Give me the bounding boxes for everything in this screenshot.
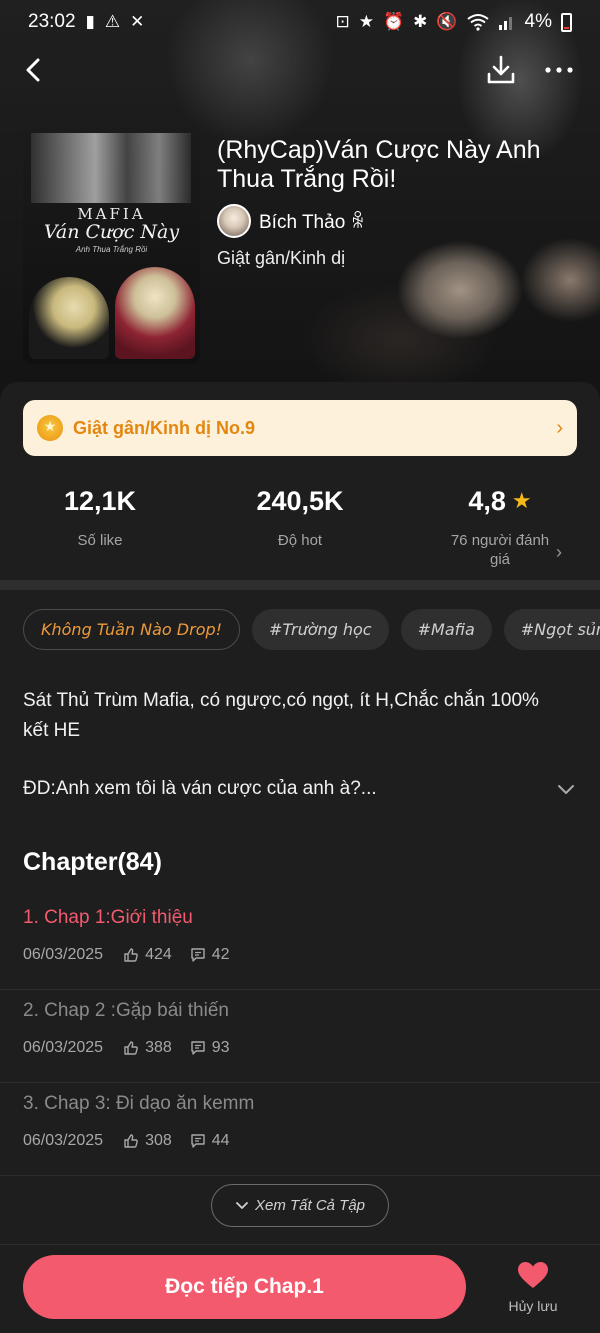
synopsis-quote: ĐD:Anh xem tôi là ván cược của anh à?... — [23, 778, 377, 799]
tag-list: Không Tuần Nào Drop! #Trường học #Mafia … — [23, 609, 600, 651]
cover-photo-right — [115, 267, 195, 359]
continue-reading-button[interactable]: Đọc tiếp Chap.1 — [23, 1255, 466, 1319]
status-time: 23:02 — [28, 11, 76, 32]
chapter-comments: 93 — [211, 1039, 230, 1056]
book-title: (RhyCap)Ván Cược Này Anh Thua Trắng Rồi! — [217, 136, 541, 193]
cover-photo-left — [29, 277, 109, 359]
author-avatar — [217, 204, 251, 238]
content-sheet: Giật gân/Kinh dị No.9 › 12,1K Số like 24… — [0, 382, 600, 1333]
chapter-item[interactable]: 3. Chap 3: Đi dạo ăn kemm 06/03/2025 308… — [0, 1083, 600, 1176]
unsave-label: Hủy lưu — [508, 1298, 558, 1314]
cover-title-line3: Anh Thua Trắng Rồi — [75, 245, 148, 254]
chevron-left-icon — [26, 58, 40, 82]
chapter-likes: 388 — [145, 1039, 172, 1056]
battery-percent: 4% — [524, 11, 552, 32]
signal-icon — [498, 17, 512, 30]
chevron-down-icon — [236, 1201, 248, 1209]
status-bar: 23:02 ▮ ⚠ ✕ ⊡ ★ ⏰ ✱ 🔇 4% — [0, 0, 600, 44]
chapter-meta: 06/03/2025 308 44 — [23, 1132, 248, 1150]
wifi-icon — [466, 14, 489, 31]
author-name: Bích Thảo ꆜ — [259, 212, 366, 233]
section-divider — [0, 580, 600, 590]
chapter-likes: 308 — [145, 1132, 172, 1149]
hot-label: Độ hot — [277, 532, 323, 549]
ranking-label: Giật gân/Kinh dị No.9 — [73, 417, 256, 438]
see-all-chapters-button[interactable]: Xem Tất Cả Tập — [211, 1184, 389, 1227]
tag-item[interactable]: #Trường học — [252, 609, 389, 650]
stats-row: 12,1K Số like 240,5K Độ hot 4,8 ★ 76 ngườ… — [0, 486, 600, 576]
chapter-date: 06/03/2025 — [23, 1132, 104, 1149]
rating-chevron-icon: › — [556, 542, 562, 562]
chapter-title: 3. Chap 3: Đi dạo ăn kemm — [23, 1093, 255, 1114]
stat-rating[interactable]: 4,8 ★ 76 người đánh giá — [400, 486, 600, 569]
expand-synopsis-button[interactable] — [555, 778, 577, 800]
more-dots-icon — [545, 67, 573, 73]
chapter-list: 1. Chap 1:Giới thiệu 06/03/2025 424 42 2… — [0, 897, 600, 1176]
chapter-meta: 06/03/2025 424 42 — [23, 946, 248, 964]
star-icon: ★ — [358, 12, 374, 31]
tag-item[interactable]: #Ngọt sủng — [503, 609, 600, 650]
cover-title-line2: Ván Cược Này — [43, 221, 180, 243]
download-button[interactable] — [484, 52, 518, 88]
tag-item[interactable]: #Mafia — [400, 609, 492, 650]
synopsis-text: Sát Thủ Trùm Mafia, có ngược,có ngọt, ít… — [23, 690, 539, 741]
chapter-title: 1. Chap 1:Giới thiệu — [23, 907, 193, 928]
comment-icon — [191, 1134, 205, 1148]
thumbs-up-icon — [124, 1041, 138, 1055]
bluetooth-icon: ✱ — [413, 12, 428, 31]
bottom-action-bar: Đọc tiếp Chap.1 Hủy lưu — [0, 1244, 600, 1333]
mute-icon: 🔇 — [436, 12, 458, 31]
back-button[interactable] — [20, 52, 52, 88]
likes-label: Số like — [77, 532, 123, 549]
thumbs-up-icon — [124, 1134, 138, 1148]
capcut-icon: ✕ — [130, 12, 145, 31]
chapter-heading: Chapter(84) — [23, 848, 162, 876]
battery-icon — [561, 12, 572, 32]
notification-icon: ▮ — [85, 12, 95, 31]
thumbs-up-icon — [124, 948, 138, 962]
unsave-button[interactable]: Hủy lưu — [498, 1261, 568, 1314]
rating-label: 76 người đánh giá — [450, 532, 550, 568]
chapter-meta: 06/03/2025 388 93 — [23, 1039, 248, 1057]
comment-icon — [191, 1041, 205, 1055]
chapter-item[interactable]: 2. Chap 2 :Gặp bái thiến 06/03/2025 388 … — [0, 990, 600, 1083]
see-all-label: Xem Tất Cả Tập — [254, 1197, 366, 1214]
chapter-comments: 44 — [211, 1132, 230, 1149]
chapter-likes: 424 — [145, 946, 172, 963]
ranking-banner[interactable]: Giật gân/Kinh dị No.9 › — [23, 400, 577, 456]
heart-icon — [518, 1262, 548, 1288]
stat-likes: 12,1K Số like — [0, 486, 200, 550]
tag-featured[interactable]: Không Tuần Nào Drop! — [23, 609, 241, 650]
comment-icon — [191, 948, 205, 962]
vpn-icon: ⊡ — [335, 12, 350, 31]
chapter-item[interactable]: 1. Chap 1:Giới thiệu 06/03/2025 424 42 — [0, 897, 600, 990]
hot-value: 240,5K — [256, 486, 344, 516]
stat-hot: 240,5K Độ hot — [200, 486, 400, 550]
top-nav — [0, 50, 600, 90]
rating-value: 4,8 — [468, 486, 506, 516]
likes-value: 12,1K — [63, 486, 137, 516]
book-cover[interactable]: MAFIA Ván Cược Này Anh Thua Trắng Rồi — [23, 127, 200, 364]
chapter-date: 06/03/2025 — [23, 946, 104, 963]
alarm-icon: ⏰ — [382, 12, 405, 31]
star-icon: ★ — [511, 488, 532, 513]
chevron-down-icon — [558, 785, 574, 794]
chapter-comments: 42 — [211, 946, 230, 963]
chapter-date: 06/03/2025 — [23, 1039, 104, 1056]
medal-icon — [37, 415, 63, 441]
chevron-right-icon: › — [556, 416, 563, 439]
author-link[interactable]: Bích Thảo ꆜ — [217, 204, 365, 238]
book-genre[interactable]: Giật gân/Kinh dị — [217, 248, 345, 269]
download-icon — [487, 55, 515, 84]
chapter-title: 2. Chap 2 :Gặp bái thiến — [23, 1000, 229, 1021]
cover-photo-top — [31, 133, 191, 203]
more-options-button[interactable] — [540, 52, 578, 88]
warning-icon: ⚠ — [104, 12, 121, 31]
